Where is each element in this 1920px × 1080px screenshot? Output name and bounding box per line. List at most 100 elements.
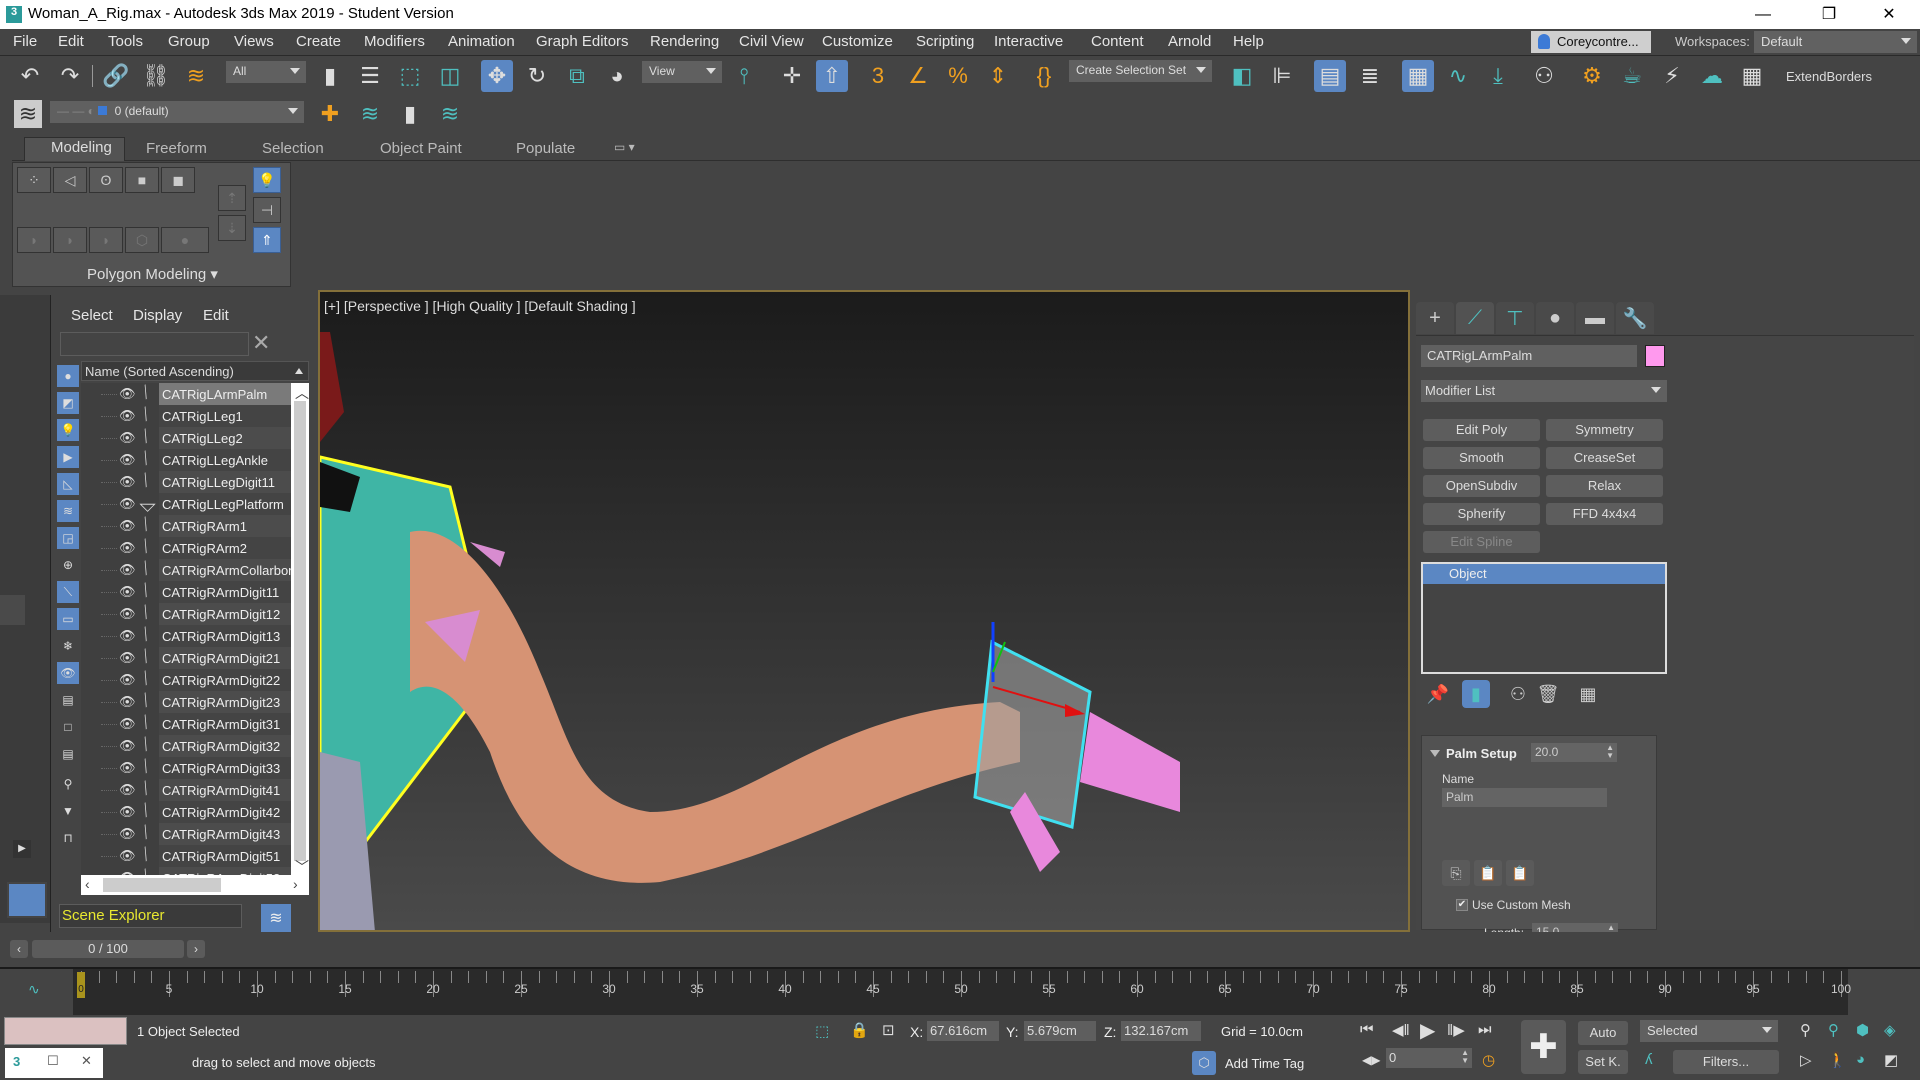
object-name[interactable]: CATRigRArmDigit31 [159,713,291,735]
scrollbar-thumb[interactable] [294,401,306,861]
shrink-selection-icon[interactable]: ◗ [53,227,87,253]
creaseset-button[interactable]: CreaseSet [1546,447,1663,469]
visibility-eye-icon[interactable]: 👁 [119,782,136,798]
material-editor-icon[interactable]: ⚇ [1528,60,1560,92]
render-shortcuts-icon[interactable]: ▦ [1736,60,1768,92]
horizontal-scrollbar[interactable]: ‹ › [81,875,309,895]
object-name[interactable]: CATRigRArmDigit21 [159,647,291,669]
display-space-warps-icon[interactable]: ≋ [57,500,79,522]
zoom-all-icon[interactable]: ⚲ [1828,1021,1839,1039]
window-crossing-icon[interactable]: ◫ [434,60,466,92]
visibility-eye-icon[interactable]: 👁 [119,716,136,732]
scene-list-item[interactable]: 👁 ⟋ CATRigRArmDigit43 [81,823,291,845]
visibility-eye-icon[interactable]: 👁 [119,496,136,512]
set-current-layer-icon[interactable]: ≋ [434,98,466,130]
zoom-icon[interactable]: ⚲ [1800,1021,1811,1039]
scene-list-item[interactable]: 👁 ⟋ CATRigRArm2 [81,537,291,559]
curve-editor-mini-icon[interactable]: ∿ [28,981,40,998]
visibility-eye-icon[interactable]: 👁 [119,826,136,842]
object-name[interactable]: CATRigRArm2 [159,537,291,559]
menu-graph-editors[interactable]: Graph Editors [536,33,629,50]
scene-list-item[interactable]: 👁 ⟋ CATRigLLeg2 [81,427,291,449]
next-frame-button[interactable]: › [187,940,205,958]
collapse-icon[interactable] [1430,750,1440,757]
zoom-extents-all-icon[interactable]: ◈ [1884,1021,1896,1039]
scene-list-item[interactable]: 👁 ⟋ CATRigRArm1 [81,515,291,537]
add-to-layer-icon[interactable]: ≋ [354,98,386,130]
object-name[interactable]: CATRigRArmDigit11 [159,581,291,603]
unlink-icon[interactable]: ⛓ [140,60,172,92]
scene-list-item[interactable]: 👁 ⟋ CATRigRArmDigit51 [81,845,291,867]
hierarchy-tab-icon[interactable]: ⊤ [1496,302,1534,334]
go-to-start-icon[interactable]: ⏮ [1360,1021,1374,1038]
edit-poly-button[interactable]: Edit Poly [1423,419,1540,441]
x-coordinate-field[interactable]: 67.616cm [927,1021,999,1041]
restore-button[interactable]: ❐ [1806,0,1852,29]
previous-key-icon[interactable]: ◀‖ [1392,1021,1410,1039]
layout-tab[interactable] [0,595,25,625]
render-in-cloud-icon[interactable]: ☁ [1696,60,1728,92]
key-filter-dropdown[interactable]: Selected [1640,1020,1778,1042]
scene-list-item[interactable]: 👁 ⟋ CATRigRArmDigit33 [81,757,291,779]
tab-populate[interactable]: Populate [516,140,575,157]
visibility-eye-icon[interactable]: 👁 [119,540,136,556]
ring-selection-icon[interactable]: ⬡ [125,227,159,253]
scene-list-item[interactable]: 👁 ⟋ CATRigRArmDigit23 [81,691,291,713]
visibility-eye-icon[interactable]: 👁 [119,430,136,446]
reference-coordinate-dropdown[interactable]: View [642,61,722,83]
select-and-move-icon[interactable]: ✥ [481,60,513,92]
move-down-stack-icon[interactable]: ⇣ [218,215,246,241]
keyboard-shortcut-override-icon[interactable]: ⇧ [816,60,848,92]
object-name[interactable]: CATRigLLeg1 [159,405,291,427]
selection-lock-icon[interactable]: 🔒 [850,1021,869,1039]
menu-file[interactable]: File [13,33,37,50]
visibility-eye-icon[interactable]: 👁 [119,694,136,710]
scrollbar-thumb[interactable] [103,878,221,892]
width-spinner[interactable]: 20.0 ▲ ▼ [1531,743,1617,762]
scene-search-input[interactable] [60,332,249,356]
polygon-modeling-dropdown[interactable]: Polygon Modeling ▾ [13,262,292,286]
polygon-mode-icon[interactable]: ■ [125,167,159,193]
ribbon-options-icon[interactable]: ▭ ▾ [614,140,635,154]
key-mode-toggle-icon[interactable]: ◀▶ [1362,1053,1380,1067]
object-name[interactable]: CATRigLLegPlatform [159,493,291,515]
visibility-eye-icon[interactable]: 👁 [119,848,136,864]
render-setup-icon[interactable]: ⚙ [1576,60,1608,92]
display-groups-icon[interactable]: ◲ [57,527,79,549]
display-tab-icon[interactable]: ▬ [1576,302,1614,334]
close-button[interactable]: ✕ [1866,0,1912,29]
select-in-layer-icon[interactable]: ▮ [394,98,426,130]
display-all-icon[interactable]: ▤ [57,689,79,711]
layer-explorer-icon[interactable]: ≣ [1354,60,1386,92]
object-name[interactable]: CATRigLLeg2 [159,427,291,449]
visibility-eye-icon[interactable]: 👁 [119,606,136,622]
scene-list-item[interactable]: 👁 ⟋ CATRigRArmDigit22 [81,669,291,691]
spinner-arrows-icon[interactable]: ▲▼ [1461,1049,1469,1065]
show-end-result-icon[interactable]: ▮ [1462,680,1490,708]
rollout-title[interactable]: Palm Setup [1446,746,1517,761]
menu-help[interactable]: Help [1233,33,1264,50]
menu-modifiers[interactable]: Modifiers [364,33,425,50]
time-slider[interactable]: 0 / 100 [32,940,184,958]
menu-tools[interactable]: Tools [108,33,143,50]
select-and-scale-icon[interactable]: ⧉ [561,60,593,92]
rendered-frame-window-icon[interactable]: ☕ [1616,60,1648,92]
add-time-tag-button[interactable]: Add Time Tag [1225,1056,1304,1071]
angle-snap-icon[interactable]: ∠ [902,60,934,92]
make-unique-icon[interactable]: ⚇ [1504,680,1532,708]
motion-tab-icon[interactable]: ● [1536,302,1574,334]
object-name[interactable]: CATRigRArmDigit42 [159,801,291,823]
object-name[interactable]: CATRigRArmDigit41 [159,779,291,801]
scene-list-item[interactable]: 👁⟋CATRigRArmDigit52 [81,867,291,875]
create-layer-icon[interactable]: ✚ [314,98,346,130]
paste-icon[interactable]: 📋 [1474,860,1502,886]
object-name[interactable]: CATRigLLegAnkle [159,449,291,471]
utilities-tab-icon[interactable]: 🔧 [1616,302,1654,334]
se-menu-edit[interactable]: Edit [203,307,229,324]
schematic-view-icon[interactable]: ⤓ [1482,60,1514,92]
go-to-end-icon[interactable]: ⏭ [1478,1021,1492,1038]
user-account-dropdown[interactable]: Coreycontre... [1531,31,1651,53]
visibility-eye-icon[interactable]: 👁 [119,584,136,600]
perspective-viewport[interactable]: [+] [Perspective ] [High Quality ] [Defa… [318,290,1410,932]
visibility-eye-icon[interactable]: 👁 [119,408,136,424]
